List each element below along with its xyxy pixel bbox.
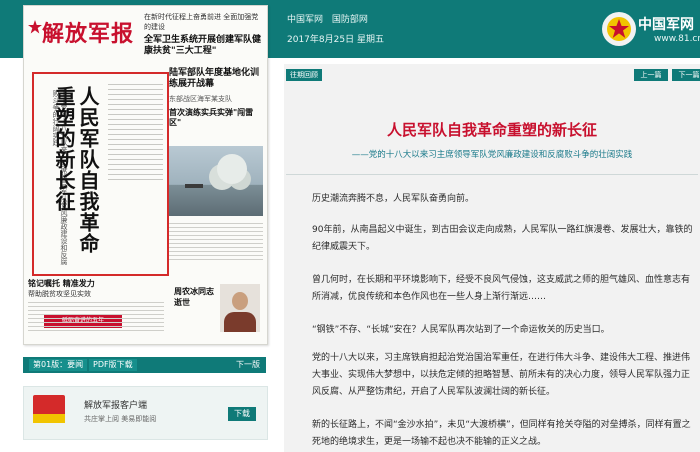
site-links: 中国军网 国防部网 <box>287 12 374 25</box>
bottom-story-text: 帮助脱贫攻坚见实效 <box>28 290 91 298</box>
article-panel: 往期回顾 上一篇 下一篇 人民军队自我革命重塑的新长征 ——党的十八大以来习主席… <box>284 64 700 452</box>
top-right-story[interactable]: 在新时代征程上奋勇前进 全面加强党的建设 全军卫生系统开展创建军队健康扶贫"三大… <box>144 12 262 57</box>
top-right-headline: 全军卫生系统开展创建军队健康扶贫"三大工程" <box>144 35 262 56</box>
top-right-kicker: 在新时代征程上奋勇前进 全面加强党的建设 <box>144 13 259 31</box>
explosion-photo <box>169 146 263 216</box>
photo-caption: 首次演练实兵实弹"闯雷区" <box>169 108 254 127</box>
portrait-story-headline[interactable]: 周农冰同志逝世 <box>174 286 218 308</box>
link-chinamil[interactable]: 中国军网 <box>287 15 323 25</box>
app-logo-icon <box>33 395 65 423</box>
past-issues-button[interactable]: 往期回顾 <box>286 69 322 81</box>
lead-story-body-lines <box>108 80 163 260</box>
right-story-kicker: 东部战区海军某支队 <box>169 95 232 103</box>
current-date: 2017年8月25日 星期五 <box>287 35 384 45</box>
lead-story-headline: 人民军队自我革命重塑的新长征 <box>52 86 100 254</box>
right-story-body-lines <box>169 220 263 263</box>
newspaper-front-page[interactable]: 解放军报 在新时代征程上奋勇前进 全面加强党的建设 全军卫生系统开展创建军队健康… <box>23 5 268 345</box>
right-story-headline: 陆军部队年度基地化训练展开战幕 <box>169 68 260 89</box>
next-edition-button[interactable]: 下一版 <box>236 359 260 371</box>
portrait-photo <box>220 284 260 332</box>
logo-url: www.81.cn <box>654 34 700 44</box>
prev-article-button[interactable]: 上一篇 <box>634 69 668 81</box>
article-subtitle: ——党的十八大以来习主席领导军队党风廉政建设和反腐败斗争的壮阔实践 <box>351 150 633 160</box>
app-title: 解放军报客户端 <box>84 401 148 411</box>
masthead-star-icon <box>28 20 42 34</box>
paragraph: 新的长征路上，不闻“金沙水拍”，未见“大渡桥横”，但同样有抢关夺隘的对垒搏杀，同… <box>312 420 691 447</box>
divider <box>286 174 698 175</box>
article-title: 人民军队自我革命重塑的新长征 <box>386 121 597 139</box>
edition-label-button[interactable]: 第01版：要闻 <box>29 359 88 371</box>
app-promo: 解放军报客户端 共庄掌上阅 美易即能阅 下载 <box>23 386 268 440</box>
edition-pager: 第01版：要闻 PDF版下载 下一版 <box>23 357 266 373</box>
newspaper-masthead: 解放军报 <box>28 10 140 60</box>
article-nav: 往期回顾 上一篇 下一篇 <box>284 69 700 83</box>
app-subtitle: 共庄掌上阅 美易即能阅 <box>84 415 157 423</box>
paragraph: 90年前，从南昌起义中诞生，到古田会议走向成熟，人民军队一路红旗漫卷、发展壮大，… <box>312 225 693 252</box>
paragraph: “钢铁”不存、“长城”安在？人民军队再次站到了一个命运攸关的历史当口。 <box>312 325 610 335</box>
app-download-button[interactable]: 下载 <box>228 407 256 421</box>
site-logo[interactable]: 中国军网 www.81.cn <box>600 6 700 54</box>
lead-story-highlight[interactable]: ——党的十八大以来习主席领导军队党风廉政建设和反腐败斗争的壮阔实践 人民军队自我… <box>32 72 169 328</box>
pdf-download-button[interactable]: PDF版下载 <box>89 359 137 371</box>
paragraph: 党的十八大以来，习主席铁肩担起治党治国治军重任，在进行伟大斗争、建设伟大工程、推… <box>312 353 691 397</box>
paragraph: 曾几何时，在长期和平环境影响下，经受不良风气侵蚀，这支威武之师的胆气雄风、血性意… <box>312 275 691 302</box>
right-story[interactable]: 陆军部队年度基地化训练展开战幕 东部战区海军某支队 首次演练实兵实弹"闯雷区" <box>169 68 263 128</box>
bottom-story-headline: 铭记嘱托 精准发力 <box>28 279 95 288</box>
logo-text: 中国军网 <box>638 17 694 33</box>
star-logo-icon <box>602 12 636 46</box>
link-mod[interactable]: 国防部网 <box>332 15 368 25</box>
paragraph: 历史潮流奔腾不息，人民军队奋勇向前。 <box>312 194 475 204</box>
bottom-story[interactable]: 铭记嘱托 精准发力 帮助脱贫攻坚见实效 <box>28 278 168 334</box>
next-article-button[interactable]: 下一篇 <box>672 69 700 81</box>
masthead-title: 解放军报 <box>42 21 135 47</box>
